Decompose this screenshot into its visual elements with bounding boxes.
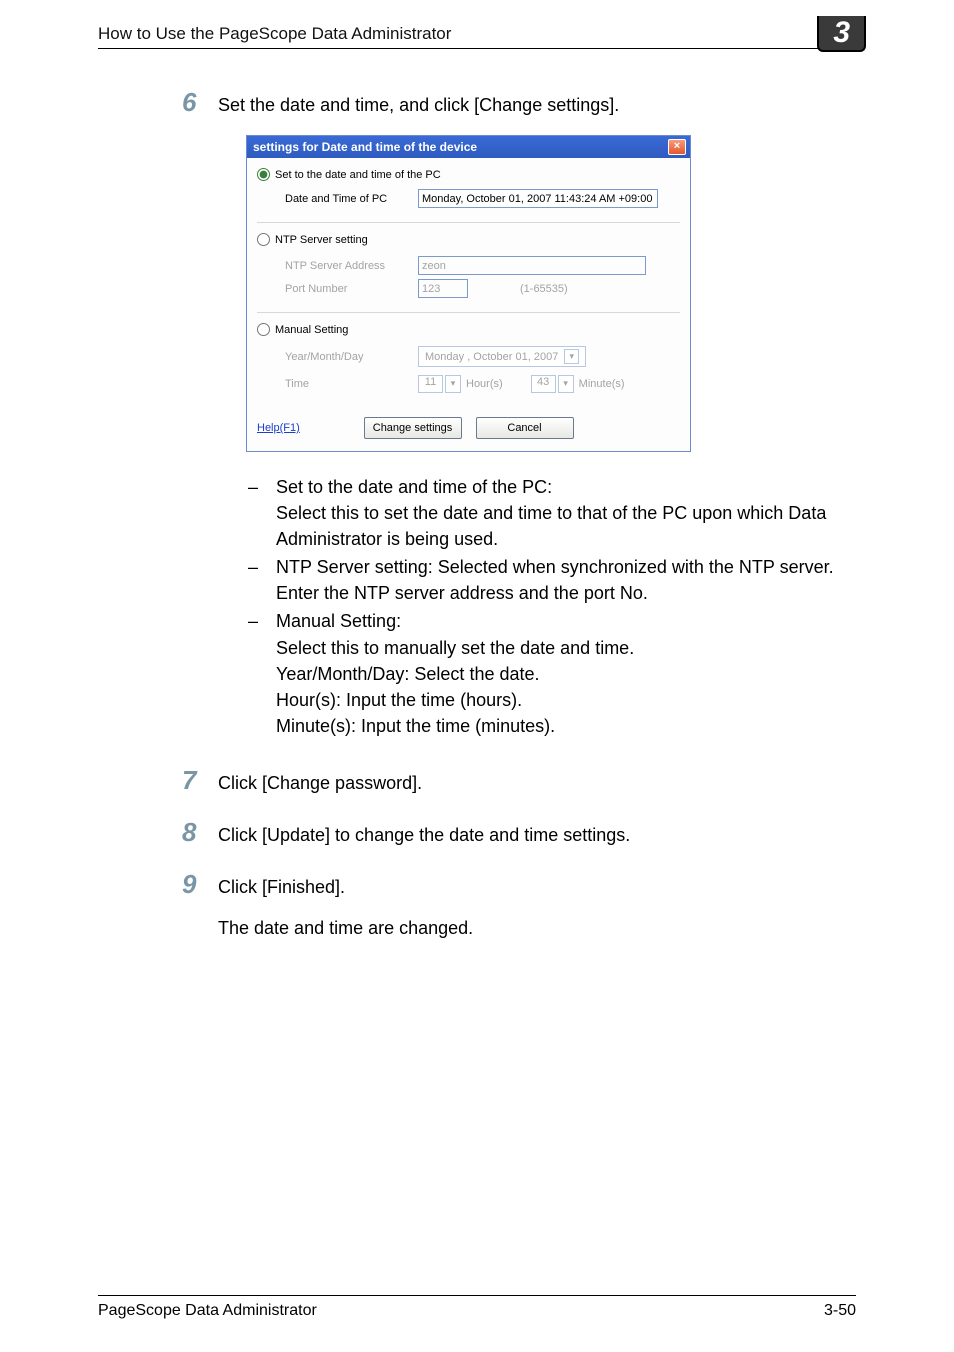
close-icon[interactable]: × <box>668 139 686 155</box>
chevron-down-icon[interactable]: ▾ <box>564 349 579 364</box>
bullet-3-l1: Select this to manually set the date and… <box>276 638 634 658</box>
radio-ntp-input[interactable] <box>257 233 270 246</box>
radio-manual-label: Manual Setting <box>275 324 348 336</box>
ntp-addr-field[interactable] <box>418 256 646 275</box>
cancel-button[interactable]: Cancel <box>476 417 574 439</box>
header-title: How to Use the PageScope Data Administra… <box>98 24 451 44</box>
radio-set-pc-time[interactable]: Set to the date and time of the PC <box>257 168 680 181</box>
step-7-text: Click [Change password]. <box>218 770 422 797</box>
step-6-text: Set the date and time, and click [Change… <box>218 92 619 119</box>
change-settings-button[interactable]: Change settings <box>364 417 462 439</box>
ntp-addr-label: NTP Server Address <box>285 260 410 272</box>
pc-datetime-field <box>418 189 658 208</box>
help-link[interactable]: Help(F1) <box>257 422 300 434</box>
radio-ntp-label: NTP Server setting <box>275 234 368 246</box>
radio-pc-input[interactable] <box>257 168 270 181</box>
ntp-port-field[interactable] <box>418 279 468 298</box>
dialog-titlebar: settings for Date and time of the device… <box>247 136 690 158</box>
bullet-dash: – <box>246 474 276 552</box>
radio-manual[interactable]: Manual Setting <box>257 323 680 336</box>
ntp-port-label: Port Number <box>285 283 410 295</box>
step-9-number: 9 <box>182 869 218 900</box>
minute-field[interactable]: 43 <box>531 375 556 393</box>
hour-unit: Hour(s) <box>466 378 503 390</box>
manual-time-label: Time <box>285 378 410 390</box>
bullet-1-body: Select this to set the date and time to … <box>276 503 826 549</box>
manual-date-picker[interactable]: Monday , October 01, 2007 ▾ <box>418 346 586 367</box>
bullet-3-head: Manual Setting: <box>276 611 401 631</box>
step-9-text: Click [Finished]. <box>218 877 345 897</box>
manual-date-value: Monday , October 01, 2007 <box>425 351 558 363</box>
hour-field[interactable]: 11 <box>418 375 443 393</box>
chapter-tab: 3 <box>817 16 866 52</box>
bullet-dash: – <box>246 608 276 738</box>
bullet-3-l3: Hour(s): Input the time (hours). <box>276 690 522 710</box>
radio-ntp[interactable]: NTP Server setting <box>257 233 680 246</box>
minute-dropdown-icon[interactable]: ▾ <box>558 375 574 393</box>
minute-unit: Minute(s) <box>579 378 625 390</box>
ntp-port-range: (1-65535) <box>520 283 568 295</box>
manual-date-label: Year/Month/Day <box>285 351 410 363</box>
hour-dropdown-icon[interactable]: ▾ <box>445 375 461 393</box>
radio-pc-label: Set to the date and time of the PC <box>275 169 441 181</box>
step-6-number: 6 <box>182 87 218 118</box>
bullet-3-l4: Minute(s): Input the time (minutes). <box>276 716 555 736</box>
bullet-dash: – <box>246 554 276 606</box>
footer-left: PageScope Data Administrator <box>98 1302 317 1320</box>
footer-right: 3-50 <box>824 1302 856 1320</box>
step-7-number: 7 <box>182 765 218 796</box>
step-8-number: 8 <box>182 817 218 848</box>
radio-manual-input[interactable] <box>257 323 270 336</box>
dialog-title: settings for Date and time of the device <box>253 140 477 154</box>
pc-datetime-label: Date and Time of PC <box>285 193 410 205</box>
bullet-3-l2: Year/Month/Day: Select the date. <box>276 664 540 684</box>
datetime-settings-dialog: settings for Date and time of the device… <box>246 135 691 452</box>
step-8-text: Click [Update] to change the date and ti… <box>218 822 630 849</box>
step-9-result: The date and time are changed. <box>218 918 473 938</box>
bullet-1-head: Set to the date and time of the PC: <box>276 477 552 497</box>
bullet-2: NTP Server setting: Selected when synchr… <box>276 554 856 606</box>
